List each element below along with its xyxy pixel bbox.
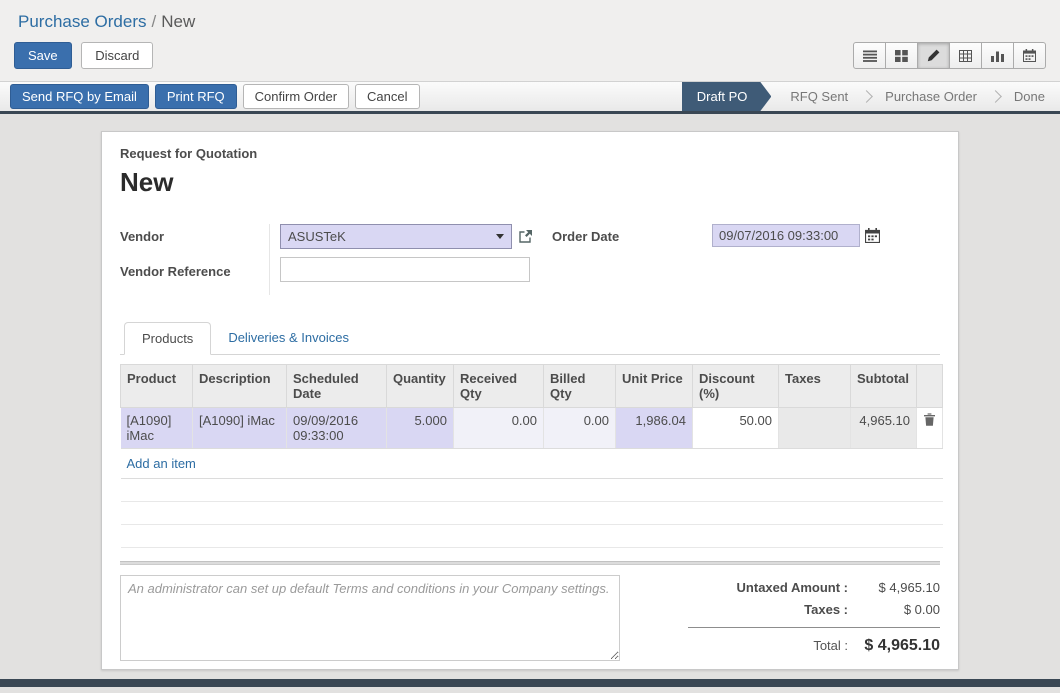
terms-conditions-textarea[interactable] — [120, 575, 620, 661]
form-edit-icon — [927, 49, 940, 62]
list-view-button[interactable] — [853, 42, 886, 69]
graph-view-button[interactable] — [981, 42, 1014, 69]
taxes-label: Taxes : — [804, 602, 848, 617]
status-rfq-sent[interactable]: RFQ Sent — [775, 82, 863, 111]
col-header-subtotal[interactable]: Subtotal — [851, 365, 917, 408]
pivot-view-button[interactable] — [949, 42, 982, 69]
top-bar: Purchase Orders /New Save Discard — [0, 0, 1060, 81]
table-header-row: Product Description Scheduled Date Quant… — [121, 365, 943, 408]
status-draft-po-label: Draft PO — [697, 89, 748, 104]
status-pipeline: Draft PO RFQ Sent Purchase Order Done — [682, 82, 1060, 111]
col-header-unit-price[interactable]: Unit Price — [616, 365, 693, 408]
order-date-label: Order Date — [552, 229, 712, 262]
date-picker-calendar-icon[interactable] — [865, 224, 880, 247]
empty-line-row — [121, 525, 943, 548]
vendor-label: Vendor — [120, 229, 269, 262]
graph-icon — [991, 50, 1004, 62]
cell-subtotal: 4,965.10 — [851, 408, 917, 449]
delete-line-button[interactable] — [917, 408, 943, 449]
kanban-icon — [895, 50, 908, 62]
section-divider — [120, 561, 940, 565]
col-header-received-qty[interactable]: Received Qty — [454, 365, 544, 408]
vendor-value: ASUSTeK — [288, 229, 346, 244]
confirm-order-button[interactable]: Confirm Order — [243, 84, 349, 109]
cell-discount[interactable]: 50.00 — [693, 408, 779, 449]
breadcrumb-separator: / — [152, 12, 157, 31]
order-lines-table: Product Description Scheduled Date Quant… — [120, 364, 943, 548]
col-header-quantity[interactable]: Quantity — [387, 365, 454, 408]
vendor-select[interactable]: ASUSTeK — [280, 224, 512, 249]
pivot-icon — [959, 50, 972, 62]
col-header-scheduled-date[interactable]: Scheduled Date — [287, 365, 387, 408]
trash-icon — [924, 414, 935, 429]
print-rfq-button[interactable]: Print RFQ — [155, 84, 237, 109]
form-fields: Vendor Vendor Reference ASUSTeK — [120, 224, 940, 295]
add-item-row: Add an item — [121, 449, 943, 479]
total-divider — [688, 627, 940, 628]
empty-line-row — [121, 479, 943, 502]
status-purchase-order-label: Purchase Order — [885, 89, 977, 104]
cell-received-qty: 0.00 — [454, 408, 544, 449]
cell-unit-price[interactable]: 1,986.04 — [616, 408, 693, 449]
status-done[interactable]: Done — [999, 82, 1060, 111]
list-icon — [863, 50, 877, 62]
cell-description[interactable]: [A1090] iMac — [193, 408, 287, 449]
form-sheet: Request for Quotation New Vendor Vendor … — [101, 131, 959, 670]
total-label: Total : — [813, 638, 848, 653]
form-view-button[interactable] — [917, 42, 950, 69]
untaxed-amount-value: $ 4,965.10 — [848, 580, 940, 595]
col-header-description[interactable]: Description — [193, 365, 287, 408]
order-line-row: [A1090] iMac [A1090] iMac 09/09/2016 09:… — [121, 408, 943, 449]
document-type-label: Request for Quotation — [120, 146, 940, 161]
total-value: $ 4,965.10 — [848, 637, 940, 655]
empty-line-row — [121, 502, 943, 525]
notebook-tabs: Products Deliveries & Invoices — [120, 322, 940, 355]
col-header-taxes[interactable]: Taxes — [779, 365, 851, 408]
col-header-product[interactable]: Product — [121, 365, 193, 408]
order-date-input[interactable] — [712, 224, 860, 247]
cell-billed-qty: 0.00 — [544, 408, 616, 449]
calendar-view-button[interactable] — [1013, 42, 1046, 69]
untaxed-amount-label: Untaxed Amount : — [737, 580, 848, 595]
content-area: Request for Quotation New Vendor Vendor … — [0, 114, 1060, 679]
status-bar: Send RFQ by Email Print RFQ Confirm Orde… — [0, 81, 1060, 114]
calendar-icon — [1023, 49, 1036, 62]
cell-quantity[interactable]: 5.000 — [387, 408, 454, 449]
cell-taxes[interactable] — [779, 408, 851, 449]
breadcrumb-parent-link[interactable]: Purchase Orders — [18, 12, 147, 31]
totals-block: Untaxed Amount : $ 4,965.10 Taxes : $ 0.… — [688, 575, 940, 662]
page-title: New — [120, 167, 940, 198]
col-header-billed-qty[interactable]: Billed Qty — [544, 365, 616, 408]
vendor-reference-label: Vendor Reference — [120, 262, 269, 295]
taxes-value: $ 0.00 — [848, 602, 940, 617]
status-done-label: Done — [1014, 89, 1045, 104]
bottom-dark-bar — [0, 679, 1060, 687]
save-button[interactable]: Save — [14, 42, 72, 69]
cell-scheduled-date[interactable]: 09/09/2016 09:33:00 — [287, 408, 387, 449]
send-rfq-by-email-button[interactable]: Send RFQ by Email — [10, 84, 149, 109]
status-purchase-order[interactable]: Purchase Order — [870, 82, 992, 111]
open-vendor-record-button[interactable] — [518, 224, 533, 249]
add-an-item-link[interactable]: Add an item — [127, 456, 196, 471]
status-rfq-sent-label: RFQ Sent — [790, 89, 848, 104]
discard-button[interactable]: Discard — [81, 42, 153, 69]
toolbar: Save Discard — [0, 36, 1060, 81]
tab-deliveries-invoices[interactable]: Deliveries & Invoices — [211, 322, 366, 354]
breadcrumb-current: New — [161, 12, 195, 31]
dropdown-caret-icon — [496, 234, 504, 239]
tab-products[interactable]: Products — [124, 322, 211, 355]
col-header-actions — [917, 365, 943, 408]
kanban-view-button[interactable] — [885, 42, 918, 69]
cancel-button[interactable]: Cancel — [355, 84, 419, 109]
cell-product[interactable]: [A1090] iMac — [121, 408, 193, 449]
col-header-discount[interactable]: Discount (%) — [693, 365, 779, 408]
view-switcher — [853, 42, 1046, 69]
breadcrumb: Purchase Orders /New — [0, 0, 1060, 36]
status-draft-po: Draft PO — [682, 82, 772, 111]
vendor-reference-input[interactable] — [280, 257, 530, 282]
